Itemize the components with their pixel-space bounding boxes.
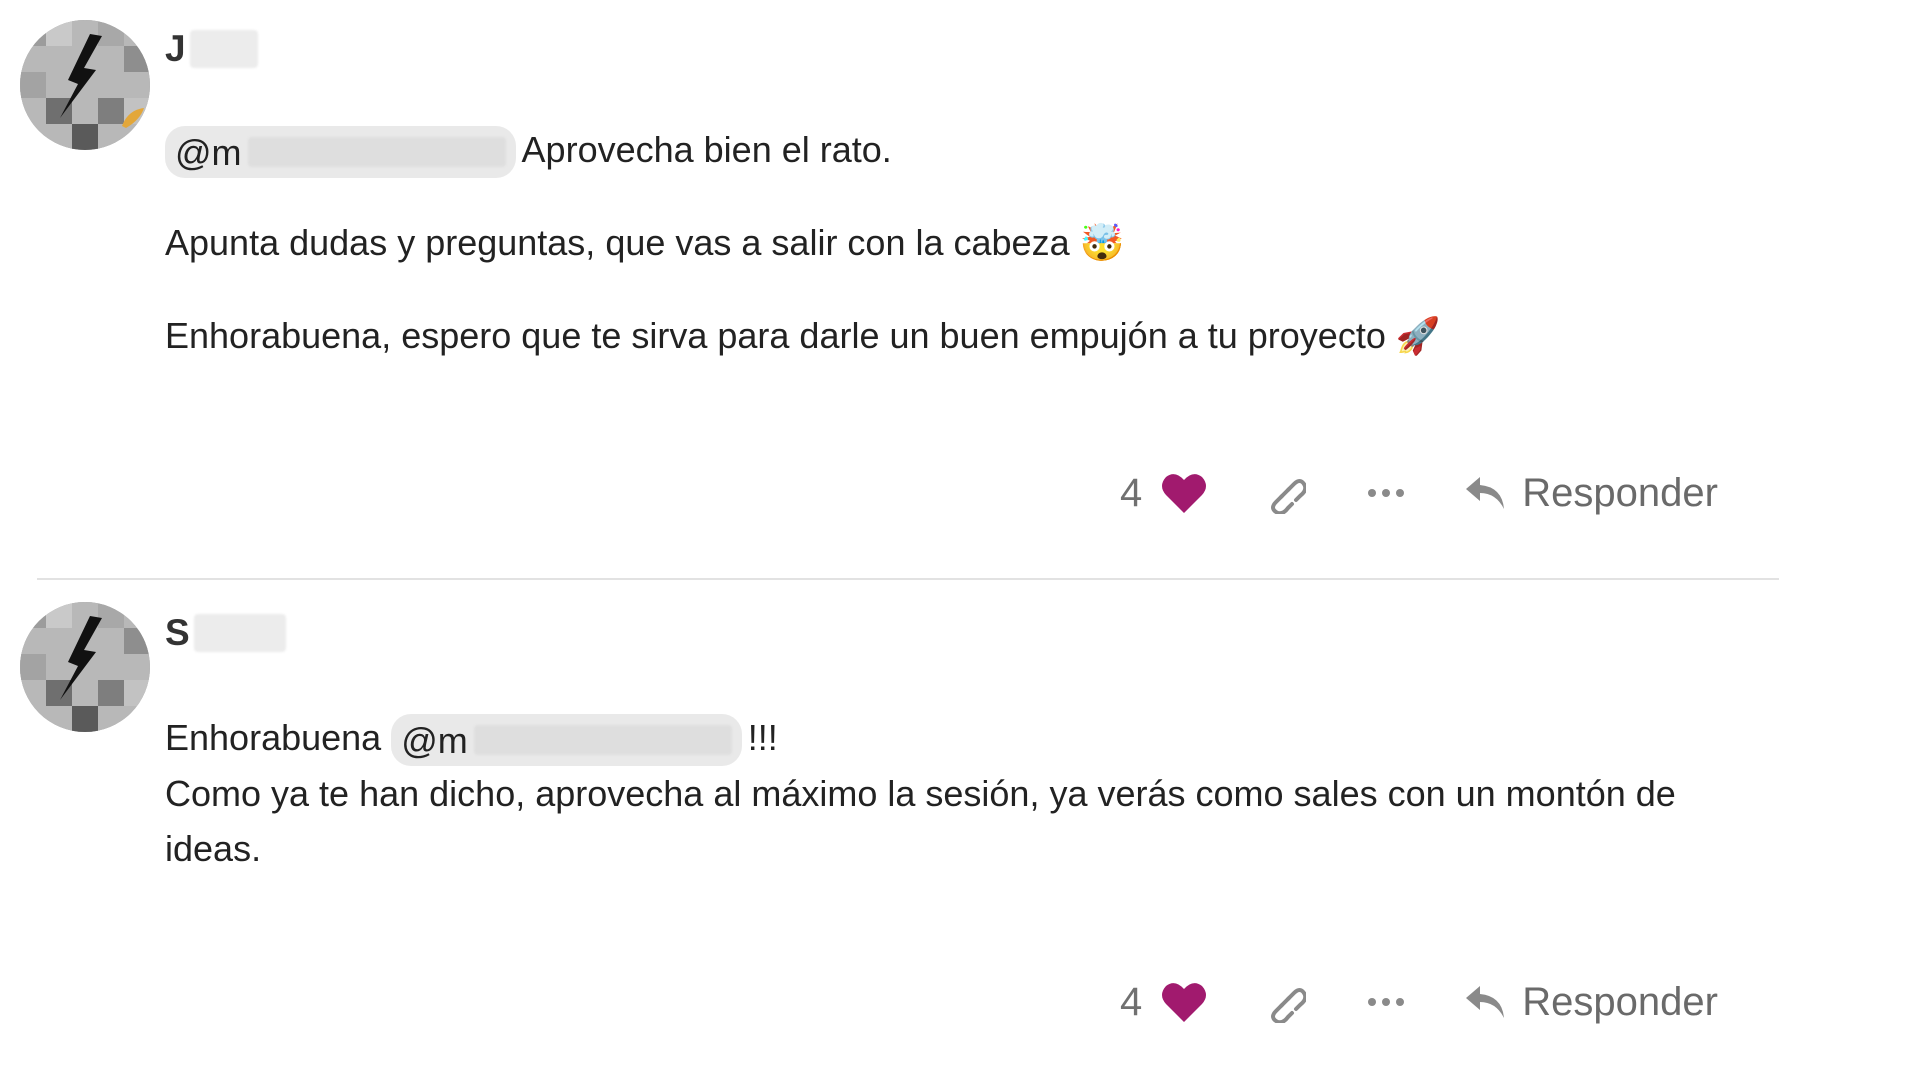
username-redacted [193, 614, 286, 652]
username-redacted [189, 30, 258, 68]
paragraph-text: Aprovecha bien el rato. [521, 129, 892, 170]
avatar[interactable] [20, 20, 150, 150]
post-paragraph: Como ya te han dicho, aprovecha al máxim… [165, 766, 1725, 876]
link-icon [1271, 479, 1307, 514]
link-icon [1271, 988, 1307, 1023]
copy-link-button[interactable] [1264, 981, 1307, 1023]
paragraph-text: Enhorabuena [165, 717, 382, 758]
paragraph-text: !!! [747, 717, 778, 758]
avatar-image [20, 602, 150, 732]
post-actions: 4 Responder [1120, 972, 1718, 1032]
more-actions-button[interactable] [1366, 996, 1406, 1008]
mention-redacted [473, 725, 732, 756]
heart-icon [1162, 474, 1207, 513]
like-count[interactable]: 4 [1120, 980, 1142, 1025]
paragraph-text: Apunta dudas y preguntas, que vas a sali… [165, 222, 1070, 264]
topic-thread: J @m Aprovecha bien el rato. Apunta duda… [0, 0, 1920, 1080]
username[interactable]: S [165, 612, 286, 654]
like-count[interactable]: 4 [1120, 471, 1142, 516]
post-paragraph: @m Aprovecha bien el rato. [165, 122, 1725, 179]
post: J @m Aprovecha bien el rato. Apunta duda… [0, 0, 1780, 578]
exploding-head-emoji: 🤯 [1079, 223, 1125, 265]
username-initial: S [165, 612, 190, 653]
more-actions-button[interactable] [1366, 487, 1406, 499]
more-icon [1368, 489, 1405, 497]
avatar-image [20, 20, 150, 150]
more-icon [1368, 998, 1405, 1006]
avatar[interactable] [20, 602, 150, 732]
heart-icon [1162, 983, 1207, 1022]
user-mention[interactable]: @m [391, 714, 742, 767]
reply-button[interactable]: Responder [1464, 980, 1718, 1025]
post-content: Enhorabuena @m !!! Como ya te han dicho,… [165, 710, 1725, 876]
reply-button[interactable]: Responder [1464, 471, 1718, 516]
post-paragraph: Enhorabuena, espero que te sirva para da… [165, 308, 1725, 364]
post-content: @m Aprovecha bien el rato. Apunta dudas … [165, 122, 1725, 401]
mention-redacted [247, 137, 506, 168]
like-button[interactable] [1160, 471, 1208, 515]
copy-link-button[interactable] [1264, 472, 1307, 514]
paragraph-text: Enhorabuena, espero que te sirva para da… [165, 315, 1386, 357]
like-button[interactable] [1160, 980, 1208, 1024]
username-initial: J [165, 28, 186, 69]
paragraph-text: Como ya te han dicho, aprovecha al máxim… [165, 773, 1676, 870]
rocket-emoji: 🚀 [1395, 316, 1441, 358]
user-mention[interactable]: @m [165, 126, 516, 179]
post-paragraph: Enhorabuena @m !!! [165, 710, 1725, 767]
reply-label: Responder [1522, 470, 1718, 515]
reply-label: Responder [1522, 979, 1718, 1024]
reply-icon [1466, 986, 1505, 1018]
post: S Enhorabuena @m !!! Como ya te han dich… [0, 578, 1780, 1078]
post-paragraph: Apunta dudas y preguntas, que vas a sali… [165, 215, 1725, 271]
badge-icon [122, 108, 144, 128]
reply-icon [1466, 477, 1505, 509]
post-actions: 4 Responder [1120, 463, 1718, 523]
username[interactable]: J [165, 28, 258, 70]
